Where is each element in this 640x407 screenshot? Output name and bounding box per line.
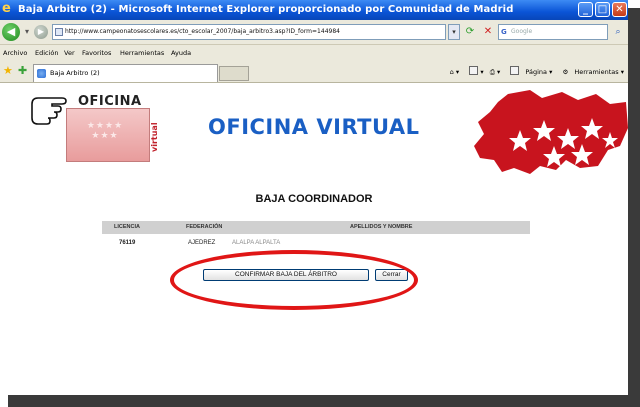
window-title: Baja Arbitro (2) - Microsoft Internet Ex… — [18, 4, 514, 15]
search-placeholder: Google — [511, 28, 533, 35]
tab-page-icon — [37, 69, 46, 78]
navigation-bar: ◀ ▾ ▶ http://www.campeonatosescolares.es… — [0, 20, 628, 45]
page-icon — [55, 28, 63, 36]
menu-archivo[interactable]: Archivo — [3, 45, 27, 61]
favorites-star-icon[interactable]: ★ — [3, 64, 13, 78]
refresh-icon[interactable]: ⟳ — [462, 24, 478, 40]
menu-ayuda[interactable]: Ayuda — [171, 45, 191, 61]
page-title: OFICINA VIRTUAL — [208, 115, 420, 139]
page-menu-label: Página — [525, 68, 548, 76]
address-dropdown-icon[interactable]: ▾ — [448, 24, 460, 40]
add-favorite-icon[interactable]: ✚ — [18, 64, 27, 78]
new-tab-button[interactable] — [219, 66, 249, 81]
address-input[interactable]: http://www.campeonatosescolares.es/cto_e… — [52, 24, 446, 40]
window-shadow-bottom — [8, 395, 640, 407]
tab-row: ★ ✚ Baja Arbitro (2) ⌂ ▾ ▾ ⎙ ▾ Página ▾ … — [0, 61, 628, 83]
home-icon[interactable]: ⌂ ▾ — [450, 68, 459, 76]
title-bar: e Baja Arbitro (2) - Microsoft Internet … — [0, 0, 628, 20]
header-federacion: FEDERACIÓN — [186, 224, 223, 230]
print-icon[interactable]: ⎙ ▾ — [490, 68, 501, 76]
back-icon[interactable]: ◀ — [2, 23, 20, 41]
back-dropdown-icon[interactable]: ▾ — [22, 23, 32, 41]
page-content: ★★★★ ★★★ OFICINA virtual OFICINA VIRTUAL … — [0, 84, 628, 395]
table-header: LICENCIA FEDERACIÓN APELLIDOS Y NOMBRE — [102, 221, 530, 234]
table-row: 76119 AJEDREZ ALALPA ALPALTA — [102, 236, 530, 250]
minimize-button[interactable]: _ — [578, 2, 593, 17]
tab-label: Baja Arbitro (2) — [50, 69, 100, 77]
madrid-map-icon — [474, 90, 628, 174]
oficina-logo: ★★★★ ★★★ — [66, 108, 150, 162]
tab-baja-arbitro[interactable]: Baja Arbitro (2) — [33, 64, 218, 82]
menu-favoritos[interactable]: Favoritos — [82, 45, 111, 61]
maximize-button[interactable]: □ — [595, 2, 610, 17]
cell-federacion: AJEDREZ — [188, 240, 216, 246]
page-menu[interactable]: Página ▾ — [506, 66, 552, 76]
cell-licencia: 76119 — [119, 240, 136, 246]
header-licencia: LICENCIA — [114, 224, 140, 230]
highlight-ellipse — [170, 250, 418, 310]
header-apellidos-nombre: APELLIDOS Y NOMBRE — [350, 224, 413, 230]
section-title: BAJA COORDINADOR — [255, 193, 373, 205]
logo-vertical-text: virtual — [150, 122, 159, 152]
menu-ver[interactable]: Ver — [64, 45, 75, 61]
ie-icon: e — [2, 1, 11, 16]
tools-icon: ⚙ — [562, 68, 569, 76]
logo-text: OFICINA — [78, 94, 142, 109]
page-menu-icon — [510, 66, 520, 75]
logo-stars-icon: ★★★★ ★★★ — [86, 121, 124, 141]
address-url: http://www.campeonatosescolares.es/cto_e… — [65, 28, 340, 35]
google-icon: G — [501, 28, 507, 36]
search-go-icon[interactable]: ⌕ — [610, 24, 626, 40]
search-input[interactable]: G Google — [498, 24, 608, 40]
menu-edicion[interactable]: Edición — [35, 45, 59, 61]
menu-bar: Archivo Edición Ver Favoritos Herramient… — [0, 45, 628, 61]
menu-herramientas[interactable]: Herramientas — [120, 45, 164, 61]
tools-menu-label: Herramientas — [574, 68, 619, 76]
feeds-icon[interactable]: ▾ — [465, 66, 484, 76]
close-window-button[interactable]: ✕ — [612, 2, 627, 17]
command-bar: ⌂ ▾ ▾ ⎙ ▾ Página ▾ ⚙ Herramientas ▾ — [446, 64, 624, 80]
window-shadow-right — [628, 8, 640, 407]
cell-apellidos-nombre: ALALPA ALPALTA — [232, 240, 281, 246]
stop-icon[interactable]: ✕ — [480, 24, 496, 40]
tools-menu[interactable]: ⚙ Herramientas ▾ — [558, 68, 624, 76]
forward-icon[interactable]: ▶ — [34, 25, 48, 39]
